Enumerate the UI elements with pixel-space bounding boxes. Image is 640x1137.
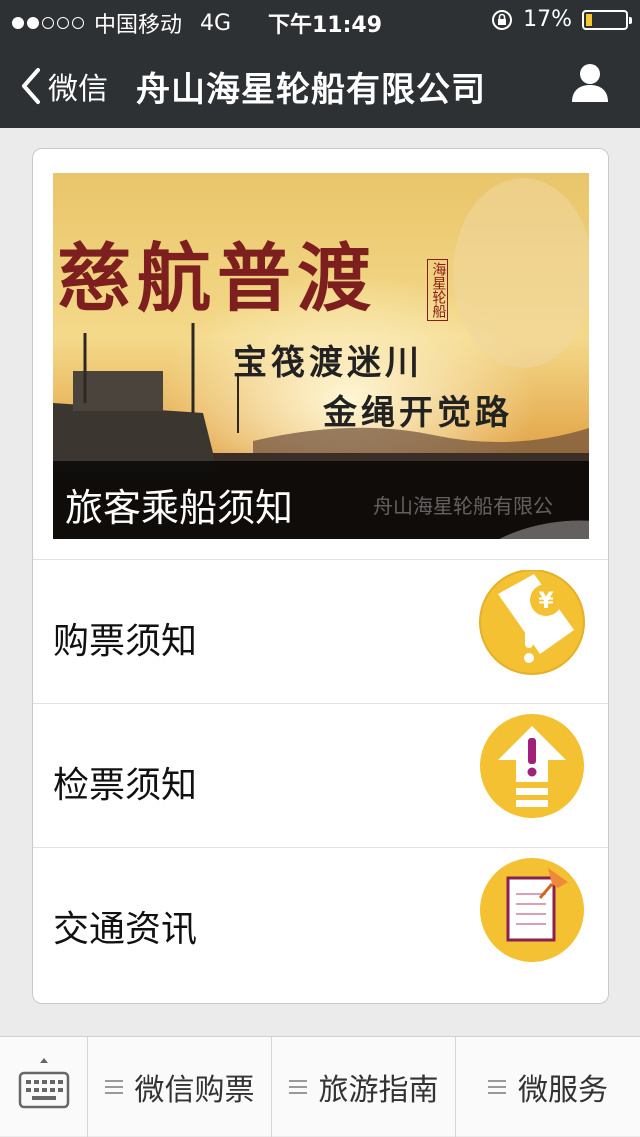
banner-poem-line2: 金绳开觉路 xyxy=(323,393,513,433)
banner-seal: 海星轮船 xyxy=(427,259,449,321)
page-title: 舟山海星轮船有限公司 xyxy=(136,70,486,110)
menu-item-label: 微信购票 xyxy=(134,1073,255,1108)
ticket-warning-icon: ¥ xyxy=(479,570,585,675)
menu-item-travel-guide[interactable]: 旅游指南 xyxy=(272,1037,456,1137)
notepad-pin-icon xyxy=(480,858,584,962)
list-item-label: 购票须知 xyxy=(53,621,198,662)
banner-headline: 慈航普渡 xyxy=(57,236,377,322)
list-item-ticket-purchase[interactable]: 购票须知 ¥ xyxy=(33,559,608,703)
list-item-label: 检票须知 xyxy=(53,765,198,806)
banner-watermark: 舟山海星轮船有限公 xyxy=(373,490,589,539)
menu-list-icon xyxy=(104,1076,123,1098)
menu-item-label: 旅游指南 xyxy=(318,1073,439,1108)
clock: 下午11:49 xyxy=(268,13,383,38)
menu-list-icon xyxy=(288,1076,307,1098)
svg-text:¥: ¥ xyxy=(538,589,554,614)
list-item-ticket-check[interactable]: 检票须知 xyxy=(33,703,608,847)
menu-card: 慈航普渡 海星轮船 宝筏渡迷川 金绳开觉路 旅客乘船须知 舟山海星轮船有限公 购… xyxy=(32,148,609,1004)
banner-poem-line1: 宝筏渡迷川 xyxy=(233,343,423,383)
profile-icon[interactable] xyxy=(570,62,610,104)
menu-list-icon xyxy=(488,1076,506,1098)
list-item-traffic-info[interactable]: 交通资讯 xyxy=(33,847,608,991)
menu-item-micro-service[interactable]: 微服务 xyxy=(456,1037,640,1137)
banner-image[interactable]: 慈航普渡 海星轮船 宝筏渡迷川 金绳开觉路 旅客乘船须知 舟山海星轮船有限公 xyxy=(53,173,589,539)
list-item-label: 交通资讯 xyxy=(53,909,198,950)
nav-bar: 微信 舟山海星轮船有限公司 xyxy=(0,40,640,128)
menu-item-label: 微服务 xyxy=(518,1073,608,1108)
rotation-lock-icon xyxy=(492,9,513,30)
back-button[interactable]: 微信 xyxy=(18,64,108,108)
banner-caption: 旅客乘船须知 xyxy=(65,486,294,530)
chevron-left-icon xyxy=(22,68,40,104)
keyboard-icon xyxy=(18,1058,70,1109)
menu-item-wechat-ticket[interactable]: 微信购票 xyxy=(88,1037,272,1137)
battery-percent: 17% xyxy=(523,7,572,32)
network-type: 4G xyxy=(200,10,232,36)
signal-strength-icon xyxy=(12,17,84,29)
status-bar: 中国移动 4G 下午11:49 17% xyxy=(0,0,640,40)
battery-icon xyxy=(582,9,632,30)
upload-alert-icon xyxy=(480,714,584,818)
bottom-menu: 微信购票 旅游指南 微服务 xyxy=(0,1036,640,1137)
wechat-icon xyxy=(499,520,589,539)
keyboard-toggle-button[interactable] xyxy=(0,1037,88,1137)
back-label: 微信 xyxy=(48,72,108,107)
carrier-name: 中国移动 xyxy=(94,13,183,38)
